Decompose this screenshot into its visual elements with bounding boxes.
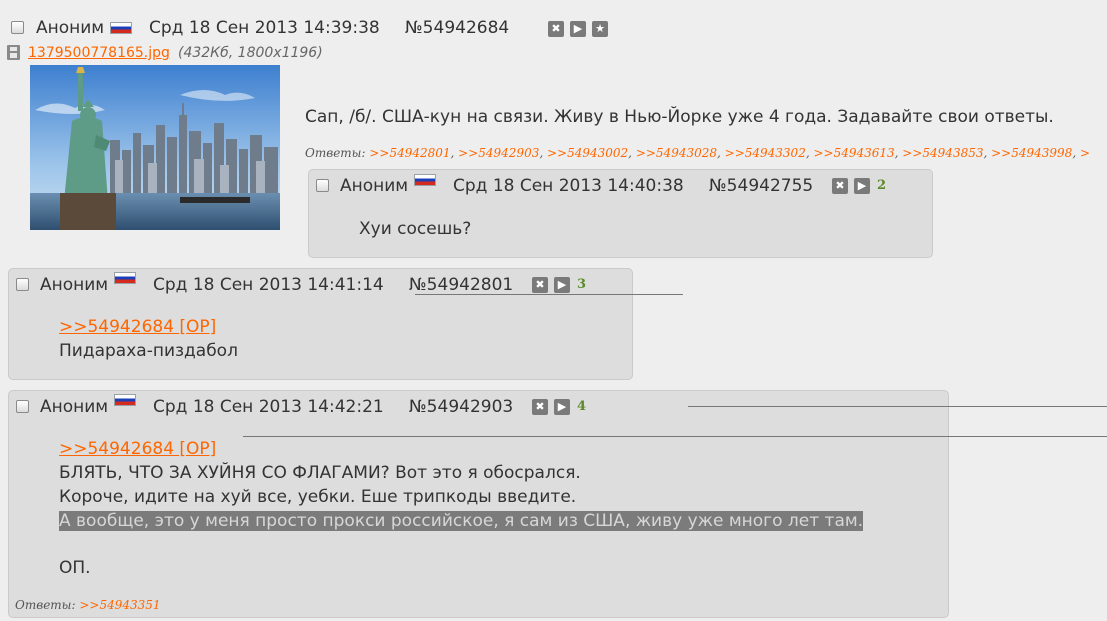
post-number[interactable]: №54942801 — [409, 275, 513, 295]
post-select-checkbox[interactable] — [316, 179, 329, 192]
reply-link[interactable]: >>54943002 — [547, 146, 628, 160]
post-message-line: Хуи сосешь? — [359, 219, 472, 239]
highlighted-message-line: А вообще, это у меня просто прокси росси… — [59, 511, 864, 531]
reply-post-54942801: Аноним Срд 18 Сен 2013 14:41:14 №5494280… — [8, 268, 633, 380]
post-replies: Ответы: >>54943351 — [15, 598, 161, 612]
reply-post-54942755: Аноним Срд 18 Сен 2013 14:40:38 №5494275… — [308, 169, 933, 258]
op-thumbnail-image[interactable] — [30, 65, 280, 230]
file-info: (432Кб, 1800x1196) — [178, 45, 323, 61]
post-date: Срд 18 Сен 2013 14:42:21 — [153, 397, 384, 417]
post-message-line: БЛЯТЬ, ЧТО ЗА ХУЙНЯ СО ФЛАГАМИ? Вот это … — [59, 463, 581, 483]
reply-count-badge: 4 — [577, 399, 587, 414]
file-name-link[interactable]: 1379500778165.jpg — [28, 45, 170, 61]
op-replies: Ответы: >>54942801, >>54942903, >>549430… — [305, 146, 1091, 160]
reply-link[interactable]: >>54942903 — [458, 146, 539, 160]
post-replies-label: Ответы: — [15, 598, 76, 612]
hide-icon[interactable]: ✖ — [532, 399, 548, 415]
post-number[interactable]: №54942903 — [409, 397, 513, 417]
op-date: Срд 18 Сен 2013 14:39:38 — [149, 18, 380, 38]
post-select-checkbox[interactable] — [16, 278, 29, 291]
op-russia-flag-icon — [110, 22, 132, 34]
post-number[interactable]: №54942755 — [709, 176, 813, 196]
reply-post-54942903: Аноним Срд 18 Сен 2013 14:42:21 №5494290… — [8, 390, 949, 618]
op-star-icon[interactable]: ★ — [592, 21, 608, 37]
reply-link[interactable]: >>54943028 — [636, 146, 717, 160]
post-message-line: Пидараха-пиздабол — [59, 341, 238, 361]
hide-icon[interactable]: ✖ — [832, 178, 848, 194]
post-select-checkbox[interactable] — [16, 400, 29, 413]
file-icon — [7, 45, 20, 60]
reply-link[interactable]: >>54942801 — [369, 146, 450, 160]
reply-count-badge: 3 — [577, 277, 587, 292]
hide-icon[interactable]: ✖ — [532, 277, 548, 293]
reply-link[interactable]: >>54943302 — [725, 146, 806, 160]
op-replies-label: Ответы: — [305, 146, 366, 160]
reply-count-badge: 2 — [877, 178, 887, 193]
russia-flag-icon — [114, 394, 136, 406]
reply-link[interactable]: > — [1080, 146, 1090, 160]
op-hide-icon[interactable]: ✖ — [548, 21, 564, 37]
post-message-line: Короче, идите на хуй все, уебки. Еше три… — [59, 487, 577, 507]
play-icon[interactable]: ▶ — [854, 178, 870, 194]
op-quote-link[interactable]: >>54942684 [OP] — [59, 317, 216, 337]
russia-flag-icon — [114, 272, 136, 284]
connector-line — [243, 436, 1107, 437]
poster-name: Аноним — [40, 275, 109, 295]
reply-link[interactable]: >>54943613 — [813, 146, 894, 160]
post-date: Срд 18 Сен 2013 14:40:38 — [453, 176, 684, 196]
play-icon[interactable]: ▶ — [554, 399, 570, 415]
play-icon[interactable]: ▶ — [554, 277, 570, 293]
op-play-icon[interactable]: ▶ — [570, 21, 586, 37]
reply-link[interactable]: >>54943351 — [79, 598, 160, 612]
op-quote-link[interactable]: >>54942684 [OP] — [59, 439, 216, 459]
op-message: Сап, /б/. США-кун на связи. Живу в Нью-Й… — [305, 107, 1054, 127]
poster-name: Аноним — [40, 397, 109, 417]
poster-name: Аноним — [340, 176, 409, 196]
op-select-checkbox[interactable] — [11, 21, 24, 34]
op-post-number[interactable]: №54942684 — [405, 18, 509, 38]
op-poster-name: Аноним — [36, 18, 105, 38]
connector-line — [415, 294, 683, 295]
post-signature: ОП. — [59, 558, 91, 578]
reply-link[interactable]: >>54943998 — [991, 146, 1072, 160]
connector-line — [688, 406, 1107, 407]
reply-link[interactable]: >>54943853 — [902, 146, 983, 160]
post-date: Срд 18 Сен 2013 14:41:14 — [153, 275, 384, 295]
russia-flag-icon — [414, 174, 436, 186]
